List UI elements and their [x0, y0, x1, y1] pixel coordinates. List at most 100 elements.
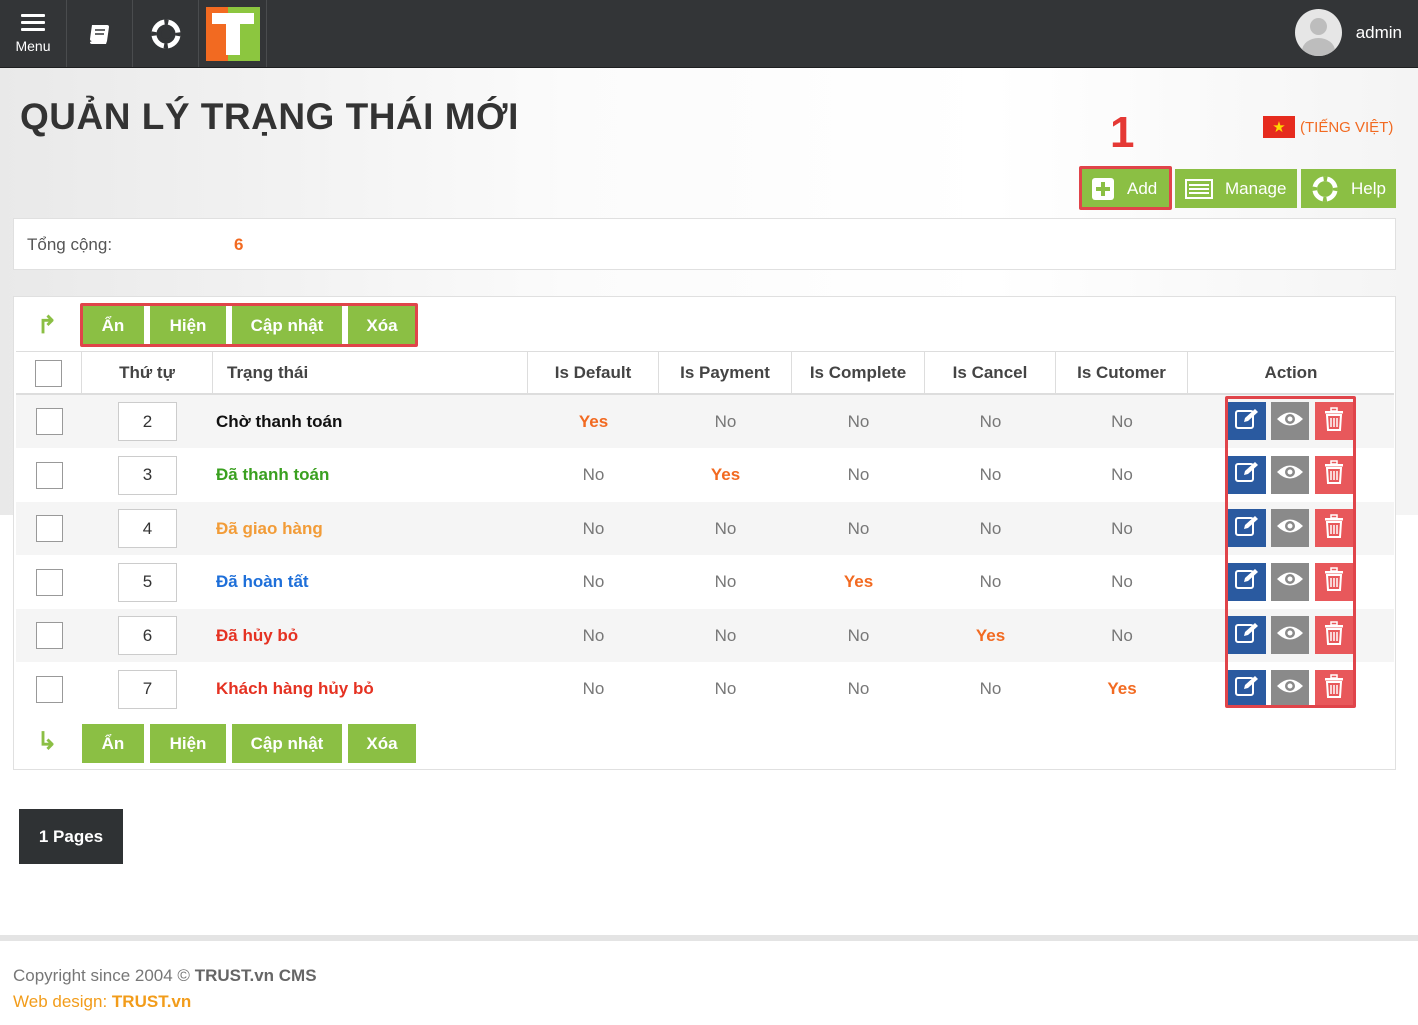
list-icon — [1185, 178, 1213, 199]
status-cell: Đã hủy bỏ — [216, 609, 528, 662]
is-payment-value[interactable]: No — [659, 609, 792, 662]
col-action: Action — [1264, 363, 1318, 382]
annotation-highlight-add — [1079, 166, 1172, 210]
row-checkbox[interactable] — [35, 622, 63, 649]
is-customer-value[interactable]: No — [1056, 395, 1188, 448]
status-cell: Khách hàng hủy bỏ — [216, 663, 528, 716]
manage-button[interactable]: Manage — [1175, 169, 1297, 208]
lifebuoy-icon — [1312, 175, 1338, 202]
top-bar: Menu admin — [0, 0, 1418, 68]
order-input[interactable]: 3 — [118, 455, 177, 495]
is-default-value[interactable]: No — [528, 556, 659, 609]
row-checkbox[interactable] — [35, 675, 63, 703]
is-cancel-value[interactable]: No — [925, 663, 1056, 716]
copyright-text: Copyright since 2004 © TRUST.vn CMS — [13, 966, 317, 985]
hide-button-bottom[interactable]: Ẩn — [82, 724, 144, 763]
order-cell: 6 — [82, 609, 213, 662]
order-input[interactable]: 2 — [118, 402, 177, 441]
col-is-complete[interactable]: Is Complete — [792, 352, 925, 394]
webdesign-text[interactable]: Web design: TRUST.vn — [13, 992, 191, 1012]
row-checkbox[interactable] — [35, 568, 63, 596]
delete-button-bottom[interactable]: Xóa — [348, 724, 416, 763]
hamburger-icon — [21, 13, 45, 32]
language-label: (TIẾNG VIỆT) — [1300, 118, 1394, 136]
is-customer-value[interactable]: No — [1056, 556, 1188, 609]
is-cancel-value[interactable]: No — [925, 395, 1056, 448]
select-all-checkbox[interactable] — [35, 359, 62, 387]
status-name[interactable]: Đã hoàn tất — [216, 572, 309, 592]
is-default-value[interactable]: Yes — [528, 395, 659, 448]
status-cell: Đã hoàn tất — [216, 556, 528, 609]
table-header: Thứ tự Trạng thái Is Default Is Payment … — [16, 351, 1394, 395]
is-default-value[interactable]: No — [528, 449, 659, 502]
row-checkbox[interactable] — [35, 461, 63, 489]
col-is-payment[interactable]: Is Payment — [659, 352, 792, 394]
help-button[interactable]: Help — [1301, 169, 1396, 208]
col-is-cancel[interactable]: Is Cancel — [925, 352, 1056, 394]
manage-label: Manage — [1225, 178, 1287, 198]
is-customer-value[interactable]: Yes — [1056, 663, 1188, 716]
user-menu[interactable]: admin — [1294, 9, 1402, 56]
page-title: QUẢN LÝ TRẠNG THÁI MỚI — [20, 96, 519, 137]
book-icon — [89, 24, 109, 44]
is-complete-value[interactable]: No — [792, 449, 925, 502]
col-is-default[interactable]: Is Default — [528, 352, 659, 394]
book-button[interactable] — [67, 0, 133, 67]
status-name[interactable]: Đã giao hàng — [216, 519, 323, 539]
is-cancel-value[interactable]: Yes — [925, 609, 1056, 662]
is-complete-value[interactable]: No — [792, 502, 925, 555]
is-complete-value[interactable]: No — [792, 663, 925, 716]
is-payment-value[interactable]: No — [659, 502, 792, 555]
row-checkbox[interactable] — [35, 515, 63, 542]
order-cell: 7 — [82, 663, 213, 716]
row-checkbox[interactable] — [35, 408, 63, 435]
table-row: 4 Đã giao hàng No No No No No — [16, 502, 1394, 555]
is-payment-value[interactable]: No — [659, 663, 792, 716]
is-complete-value[interactable]: Yes — [792, 556, 925, 609]
update-button-bottom[interactable]: Cập nhật — [232, 724, 342, 763]
status-name[interactable]: Đã thanh toán — [216, 465, 329, 485]
is-complete-value[interactable]: No — [792, 609, 925, 662]
is-payment-value[interactable]: No — [659, 395, 792, 448]
arrow-turn-right-icon: ↱ — [37, 312, 58, 339]
status-name[interactable]: Đã hủy bỏ — [216, 626, 298, 646]
order-input[interactable]: 5 — [118, 562, 177, 602]
trust-logo-icon — [205, 6, 260, 61]
is-payment-value[interactable]: Yes — [659, 449, 792, 502]
is-customer-value[interactable]: No — [1056, 502, 1188, 555]
logo[interactable] — [199, 0, 267, 67]
show-button-bottom[interactable]: Hiện — [150, 724, 226, 763]
pagination[interactable]: 1 Pages — [19, 809, 123, 864]
status-name[interactable]: Khách hàng hủy bỏ — [216, 679, 374, 699]
avatar — [1294, 9, 1342, 56]
order-input[interactable]: 7 — [118, 669, 177, 709]
is-cancel-value[interactable]: No — [925, 556, 1056, 609]
table-row: 2 Chờ thanh toán Yes No No No No — [16, 395, 1394, 448]
col-status[interactable]: Trạng thái — [213, 352, 528, 394]
is-cancel-value[interactable]: No — [925, 449, 1056, 502]
order-input[interactable]: 4 — [118, 509, 177, 548]
col-order[interactable]: Thứ tự — [82, 352, 213, 394]
order-cell: 2 — [82, 395, 213, 448]
is-complete-value[interactable]: No — [792, 395, 925, 448]
support-button[interactable] — [133, 0, 199, 67]
col-is-customer[interactable]: Is Cutomer — [1056, 352, 1188, 394]
language-selector[interactable]: ★ (TIẾNG VIỆT) — [1263, 116, 1393, 138]
order-cell: 4 — [82, 502, 213, 555]
status-cell: Đã giao hàng — [216, 502, 528, 555]
is-default-value[interactable]: No — [528, 663, 659, 716]
is-default-value[interactable]: No — [528, 502, 659, 555]
menu-button[interactable]: Menu — [0, 0, 67, 67]
order-cell: 3 — [82, 449, 213, 502]
is-customer-value[interactable]: No — [1056, 449, 1188, 502]
annotation-highlight-actions — [1225, 396, 1356, 708]
total-label: Tổng cộng: — [27, 235, 113, 254]
row-select-cell — [16, 502, 82, 555]
order-input[interactable]: 6 — [118, 616, 177, 655]
row-select-cell — [16, 556, 82, 609]
is-payment-value[interactable]: No — [659, 556, 792, 609]
is-cancel-value[interactable]: No — [925, 502, 1056, 555]
is-customer-value[interactable]: No — [1056, 609, 1188, 662]
is-default-value[interactable]: No — [528, 609, 659, 662]
status-name[interactable]: Chờ thanh toán — [216, 412, 342, 432]
